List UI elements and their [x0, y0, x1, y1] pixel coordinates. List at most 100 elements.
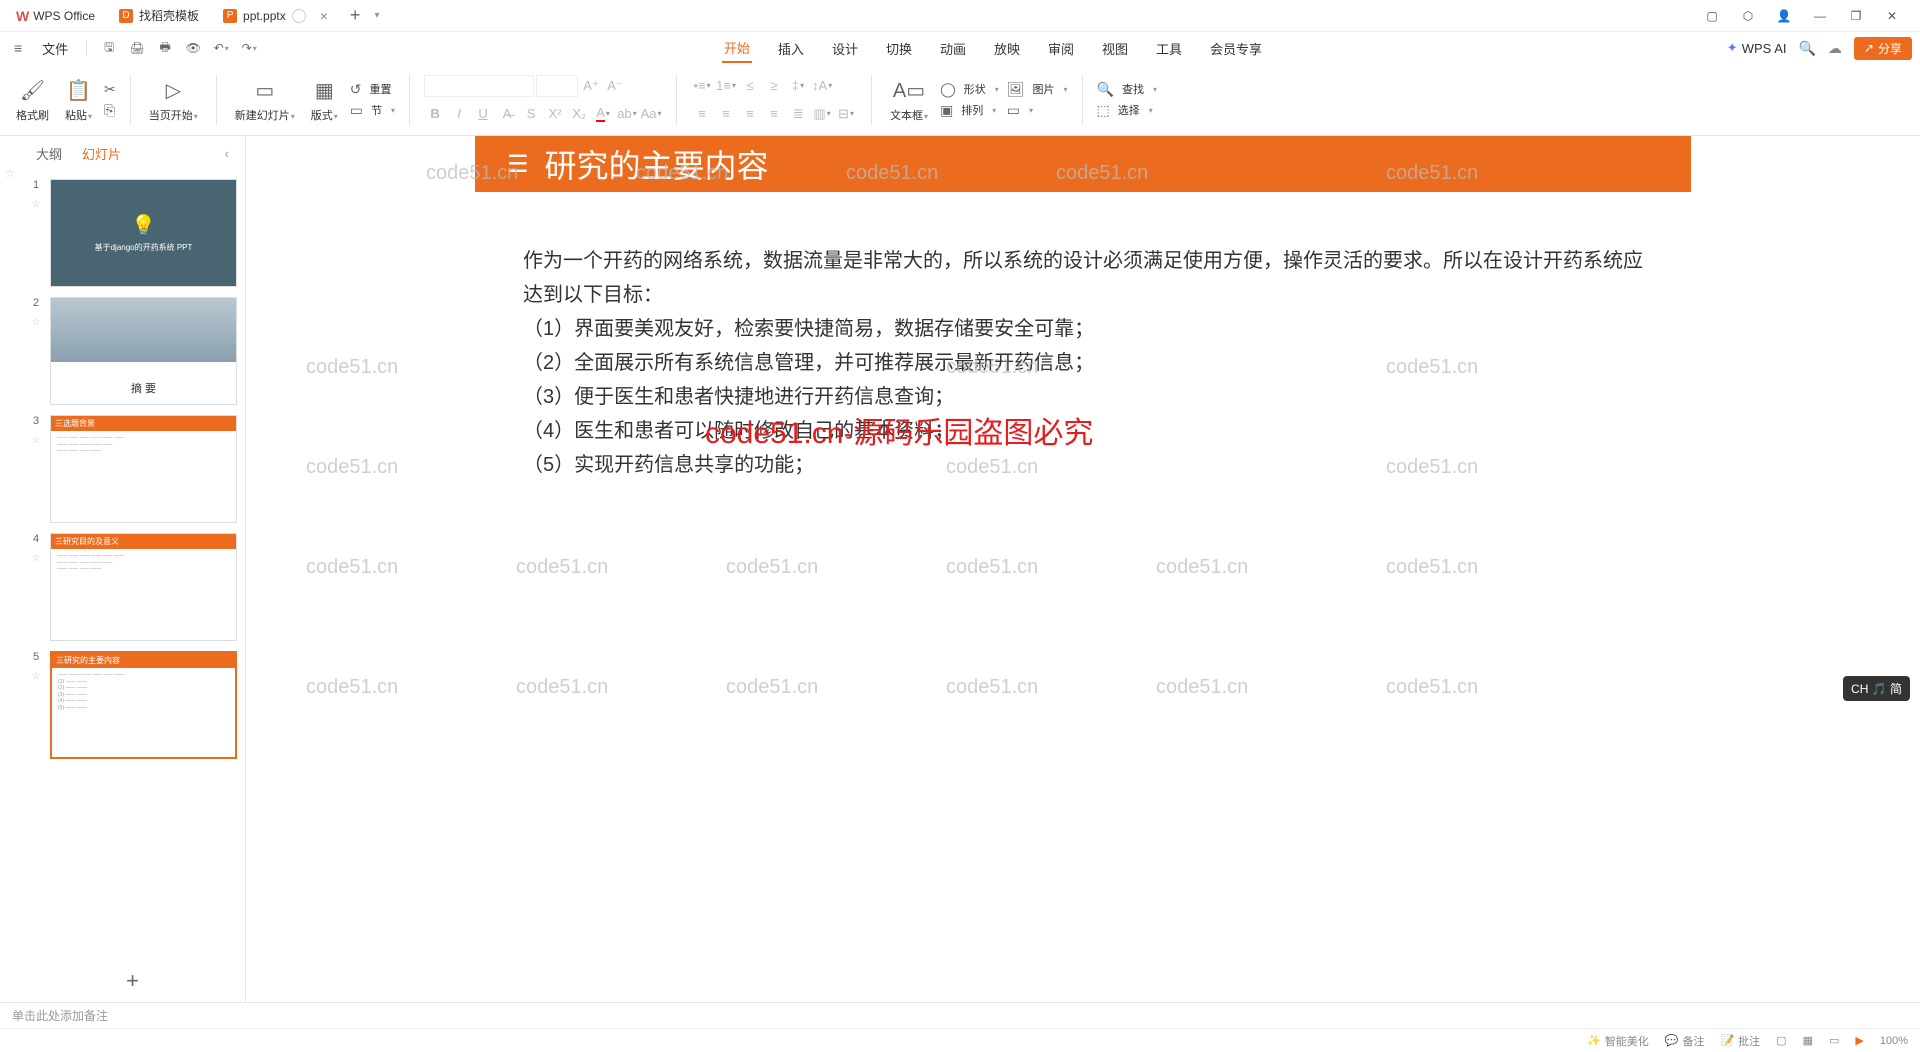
tab-outline[interactable]: 大纲 — [36, 144, 62, 163]
avatar-icon[interactable]: 👤 — [1768, 2, 1800, 30]
cloud-icon[interactable]: ☁ — [1828, 40, 1842, 57]
cube-icon[interactable]: ⬡ — [1732, 2, 1764, 30]
menu-slideshow[interactable]: 放映 — [992, 35, 1022, 62]
align-justify-icon[interactable]: ≡ — [763, 103, 785, 125]
reset-button[interactable]: ↺重置 — [350, 81, 395, 98]
font-color-icon[interactable]: A▾ — [592, 103, 614, 125]
underline-icon[interactable]: U — [472, 103, 494, 125]
save-icon[interactable]: 🖫 — [99, 38, 119, 58]
subscript-icon[interactable]: X₂ — [568, 103, 590, 125]
export-icon[interactable]: 🖨 — [127, 38, 147, 58]
thumbnail-5[interactable]: 5☆ 三研究的主要内容 —— —— —— —— —— ——(1) —— ——(2… — [28, 651, 237, 759]
window-embed-icon[interactable]: ▢ — [1696, 2, 1728, 30]
superscript-icon[interactable]: X² — [544, 103, 566, 125]
menu-transition[interactable]: 切换 — [884, 35, 914, 62]
tab-templates[interactable]: D 找稻壳模板 — [107, 2, 211, 30]
text-direction-icon[interactable]: ↕A▾ — [811, 75, 833, 97]
print-icon[interactable]: 🖶 — [155, 38, 175, 58]
slide-5[interactable]: ☰ 研究的主要内容 作为一个开药的网络系统，数据流量是非常大的，所以系统的设计必… — [475, 136, 1691, 820]
new-tab-button[interactable]: + — [340, 5, 371, 26]
shadow-icon[interactable]: S — [520, 103, 542, 125]
view-sorter-icon[interactable]: ▦ — [1803, 1034, 1813, 1047]
font-shrink-icon[interactable]: A⁻ — [604, 75, 626, 97]
change-case-icon[interactable]: Aa▾ — [640, 103, 662, 125]
close-window-icon[interactable]: ✕ — [1876, 2, 1908, 30]
search-icon[interactable]: 🔍 — [1798, 40, 1815, 57]
remarks-button[interactable]: 💬 备注 — [1665, 1033, 1705, 1049]
thumbnail-2[interactable]: 2☆ 摘 要 — [28, 297, 237, 405]
font-grow-icon[interactable]: A⁺ — [580, 75, 602, 97]
thumbnail-4[interactable]: 4☆ 三研究目的及意义 —— —— —— —— —— ———— —— —— ——… — [28, 533, 237, 641]
menu-view[interactable]: 视图 — [1100, 35, 1130, 62]
from-current-button[interactable]: ▷ 当页开始▾ — [145, 75, 202, 125]
wps-ai-button[interactable]: ✦ WPS AI — [1727, 40, 1787, 56]
menu-insert[interactable]: 插入 — [776, 35, 806, 62]
hamburger-icon[interactable]: ≡ — [8, 40, 28, 56]
comments-button[interactable]: 📝 批注 — [1720, 1033, 1760, 1049]
align-vert-icon[interactable]: ⊟▾ — [835, 103, 857, 125]
number-list-icon[interactable]: 1≡▾ — [715, 75, 737, 97]
thumbnail-3[interactable]: 3☆ 三选题背景 —— —— —— —— —— ———— —— —— —— ——… — [28, 415, 237, 523]
strike-icon[interactable]: A̶ — [496, 103, 518, 125]
view-normal-icon[interactable]: ▢ — [1776, 1034, 1786, 1047]
columns-icon[interactable]: ▥▾ — [811, 103, 833, 125]
shape-button[interactable]: ◯形状▾ — [940, 81, 999, 98]
redo-icon[interactable]: ↷▾ — [239, 38, 259, 58]
menu-design[interactable]: 设计 — [830, 35, 860, 62]
menu-member[interactable]: 会员专享 — [1208, 35, 1264, 62]
textbox-icon: A▭ — [893, 77, 925, 105]
select-button[interactable]: ⬚选择▾ — [1097, 102, 1157, 119]
brush-icon: 🖌 — [20, 77, 45, 105]
wps-logo[interactable]: W WPS Office — [4, 8, 107, 24]
file-menu[interactable]: 文件 — [36, 39, 74, 58]
menu-animation[interactable]: 动画 — [938, 35, 968, 62]
distribute-icon[interactable]: ≣ — [787, 103, 809, 125]
thumbnail-1[interactable]: 1☆ 💡 基于django的开药系统 PPT — [28, 179, 237, 287]
bullet-list-icon[interactable]: •≡▾ — [691, 75, 713, 97]
paste-button[interactable]: 📋 粘贴▾ — [61, 75, 96, 125]
maximize-icon[interactable]: ❐ — [1840, 2, 1872, 30]
font-size-select[interactable] — [536, 75, 578, 97]
zoom-level[interactable]: 100% — [1880, 1035, 1908, 1047]
align-left-icon[interactable]: ≡ — [691, 103, 713, 125]
align-right-icon[interactable]: ≡ — [739, 103, 761, 125]
collapse-icon[interactable]: ‹ — [225, 146, 229, 161]
print-preview-icon[interactable]: 👁 — [183, 38, 203, 58]
italic-icon[interactable]: I — [448, 103, 470, 125]
close-icon[interactable]: × — [320, 8, 328, 24]
line-spacing-icon[interactable]: ‡▾ — [787, 75, 809, 97]
menu-start[interactable]: 开始 — [722, 34, 752, 63]
textbox-button[interactable]: A▭ 文本框▾ — [886, 75, 932, 125]
highlight-icon[interactable]: ab▾ — [616, 103, 638, 125]
share-button[interactable]: ↗ 分享 — [1854, 37, 1912, 60]
smart-beautify-button[interactable]: ✨ 智能美化 — [1587, 1033, 1649, 1049]
tab-slides[interactable]: 幻灯片 — [82, 144, 121, 163]
bold-icon[interactable]: B — [424, 103, 446, 125]
minimize-icon[interactable]: — — [1804, 2, 1836, 30]
picture-button[interactable]: 🖼图片▾ — [1007, 81, 1068, 98]
undo-icon[interactable]: ↶▾ — [211, 38, 231, 58]
notes-bar[interactable]: 单击此处添加备注 — [0, 1002, 1920, 1028]
indent-increase-icon[interactable]: ≥ — [763, 75, 785, 97]
align-center-icon[interactable]: ≡ — [715, 103, 737, 125]
slide-item-5: （5）实现开药信息共享的功能； — [523, 448, 1643, 482]
star-icon[interactable]: ☆ — [5, 166, 16, 180]
format-painter-button[interactable]: 🖌 格式刷 — [12, 75, 53, 125]
add-slide-button[interactable]: + — [20, 960, 245, 1002]
cut-icon[interactable]: ✂ — [104, 81, 116, 98]
font-family-select[interactable] — [424, 75, 534, 97]
menu-tools[interactable]: 工具 — [1154, 35, 1184, 62]
copy-icon[interactable]: ⎘ — [104, 102, 116, 119]
style-button[interactable]: ▭▾ — [1007, 102, 1068, 119]
arrange-button[interactable]: ▣排列▾ — [940, 102, 999, 119]
view-reading-icon[interactable]: ▭ — [1829, 1034, 1839, 1047]
tab-dropdown-icon[interactable]: ▾ — [374, 10, 379, 21]
section-button[interactable]: ▭节▾ — [350, 102, 395, 119]
layout-button[interactable]: ▦ 版式▾ — [307, 75, 342, 125]
view-slideshow-icon[interactable]: ▶ — [1855, 1034, 1863, 1047]
new-slide-button[interactable]: ▭ 新建幻灯片▾ — [231, 75, 299, 125]
indent-decrease-icon[interactable]: ≤ — [739, 75, 761, 97]
tab-ppt[interactable]: P ppt.pptx × — [211, 2, 340, 30]
find-button[interactable]: 🔍查找▾ — [1097, 81, 1157, 98]
menu-review[interactable]: 审阅 — [1046, 35, 1076, 62]
